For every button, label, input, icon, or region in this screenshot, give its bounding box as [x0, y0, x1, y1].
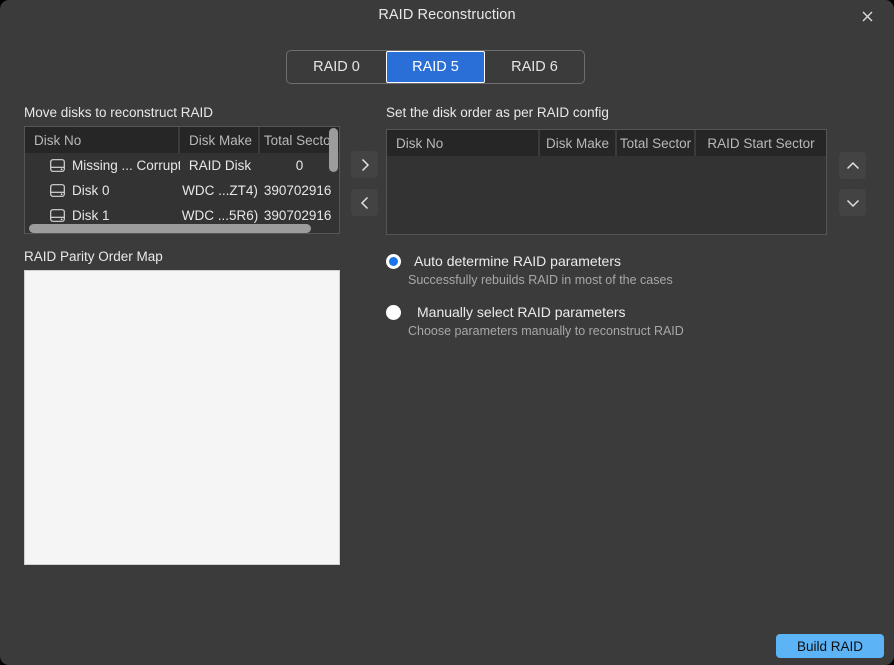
chevron-left-icon[interactable] — [351, 189, 378, 216]
column-header-disk-make[interactable]: Disk Make — [540, 130, 617, 156]
cell-disk-no: Missing ... Corrupt — [25, 158, 180, 173]
column-header-disk-make[interactable]: Disk Make — [180, 127, 260, 153]
chevron-down-icon[interactable] — [839, 189, 866, 216]
cell-disk-no-text: Disk 0 — [72, 183, 110, 198]
radio-auto-label: Auto determine RAID parameters — [414, 253, 621, 269]
cell-disk-no-text: Missing ... Corrupt — [72, 158, 180, 173]
chevron-up-icon[interactable] — [839, 152, 866, 179]
table-row[interactable]: Missing ... Corrupt RAID Disk 0 — [25, 153, 339, 178]
scrollbar-thumb[interactable] — [329, 128, 338, 172]
tab-raid-6[interactable]: RAID 6 — [485, 51, 584, 83]
radio-manual-description: Choose parameters manually to reconstruc… — [408, 324, 684, 338]
close-icon[interactable] — [850, 3, 884, 30]
radio-auto-indicator[interactable] — [386, 254, 401, 269]
tab-raid-0[interactable]: RAID 0 — [287, 51, 386, 83]
table-row[interactable]: Disk 0 WDC ...ZT4) 390702916 — [25, 178, 339, 203]
column-header-disk-no[interactable]: Disk No — [25, 127, 180, 153]
available-disks-body: Missing ... Corrupt RAID Disk 0 Disk 0 W… — [25, 153, 339, 228]
raid-order-header: Disk No Disk Make Total Sector RAID Star… — [387, 130, 826, 156]
build-raid-button[interactable]: Build RAID — [776, 634, 884, 658]
radio-auto-description: Successfully rebuilds RAID in most of th… — [408, 273, 673, 287]
tab-raid-5[interactable]: RAID 5 — [386, 51, 485, 83]
scrollbar-thumb[interactable] — [29, 224, 311, 233]
raid-order-table[interactable]: Disk No Disk Make Total Sector RAID Star… — [386, 129, 827, 235]
cell-disk-make: RAID Disk — [188, 158, 252, 173]
available-disks-table[interactable]: Disk No Disk Make Total Sector Missing .… — [24, 126, 340, 234]
raid-level-tabs[interactable]: RAID 0 RAID 5 RAID 6 — [286, 50, 585, 84]
cell-total-sector: 390702916 — [263, 183, 336, 198]
radio-option-manual[interactable]: Manually select RAID parameters — [386, 304, 626, 320]
column-header-disk-no[interactable]: Disk No — [387, 130, 540, 156]
disk-icon — [50, 159, 65, 172]
disk-icon — [50, 209, 65, 222]
column-header-total-sector[interactable]: Total Sector — [617, 130, 696, 156]
radio-manual-label: Manually select RAID parameters — [417, 304, 626, 320]
cell-disk-no-text: Disk 1 — [72, 208, 110, 223]
available-disks-header: Disk No Disk Make Total Sector — [25, 127, 339, 153]
cell-disk-no: Disk 0 — [25, 183, 180, 198]
cell-disk-no: Disk 1 — [25, 208, 180, 223]
available-disks-vertical-scrollbar[interactable] — [329, 128, 338, 232]
cell-total-sector: 390702916 — [263, 208, 336, 223]
parity-map-heading: RAID Parity Order Map — [24, 249, 163, 264]
radio-option-auto[interactable]: Auto determine RAID parameters — [386, 253, 621, 269]
disk-icon — [50, 184, 65, 197]
radio-manual-indicator[interactable] — [386, 305, 401, 320]
chevron-right-icon[interactable] — [351, 151, 378, 178]
window-title: RAID Reconstruction — [378, 7, 516, 23]
available-disks-horizontal-scrollbar[interactable] — [29, 224, 335, 233]
raid-reconstruction-window: RAID Reconstruction RAID 0 RAID 5 RAID 6… — [0, 0, 894, 665]
cell-total-sector: 0 — [295, 158, 304, 173]
column-header-raid-start-sector[interactable]: RAID Start Sector — [696, 130, 826, 156]
cell-disk-make: WDC ...ZT4) — [182, 183, 258, 198]
titlebar: RAID Reconstruction — [0, 0, 894, 33]
cell-disk-make: WDC ...5R6) — [181, 208, 259, 223]
right-panel-heading: Set the disk order as per RAID config — [386, 105, 609, 120]
raid-parity-order-map[interactable] — [24, 270, 340, 565]
left-panel-heading: Move disks to reconstruct RAID — [24, 105, 214, 120]
column-header-total-sector[interactable]: Total Sector — [260, 127, 339, 153]
